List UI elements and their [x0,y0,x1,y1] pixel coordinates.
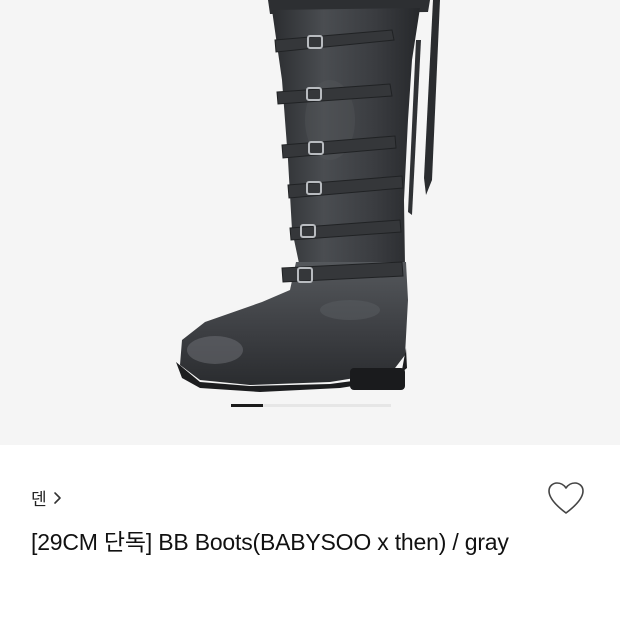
brand-link[interactable]: 덴 [31,485,63,510]
product-image [176,0,440,392]
product-image-gallery[interactable] [0,0,620,445]
gallery-pager-active [231,404,263,407]
gallery-pager [231,404,391,407]
product-title: [29CM 단독] BB Boots(BABYSOO x then) / gra… [31,529,509,555]
brand-name: 덴 [31,490,47,509]
product-info: 덴 [29CM 단독] BB Boots(BABYSOO x then) / g… [0,445,620,620]
heart-outline-icon[interactable] [546,479,586,519]
chevron-right-icon [53,491,61,504]
